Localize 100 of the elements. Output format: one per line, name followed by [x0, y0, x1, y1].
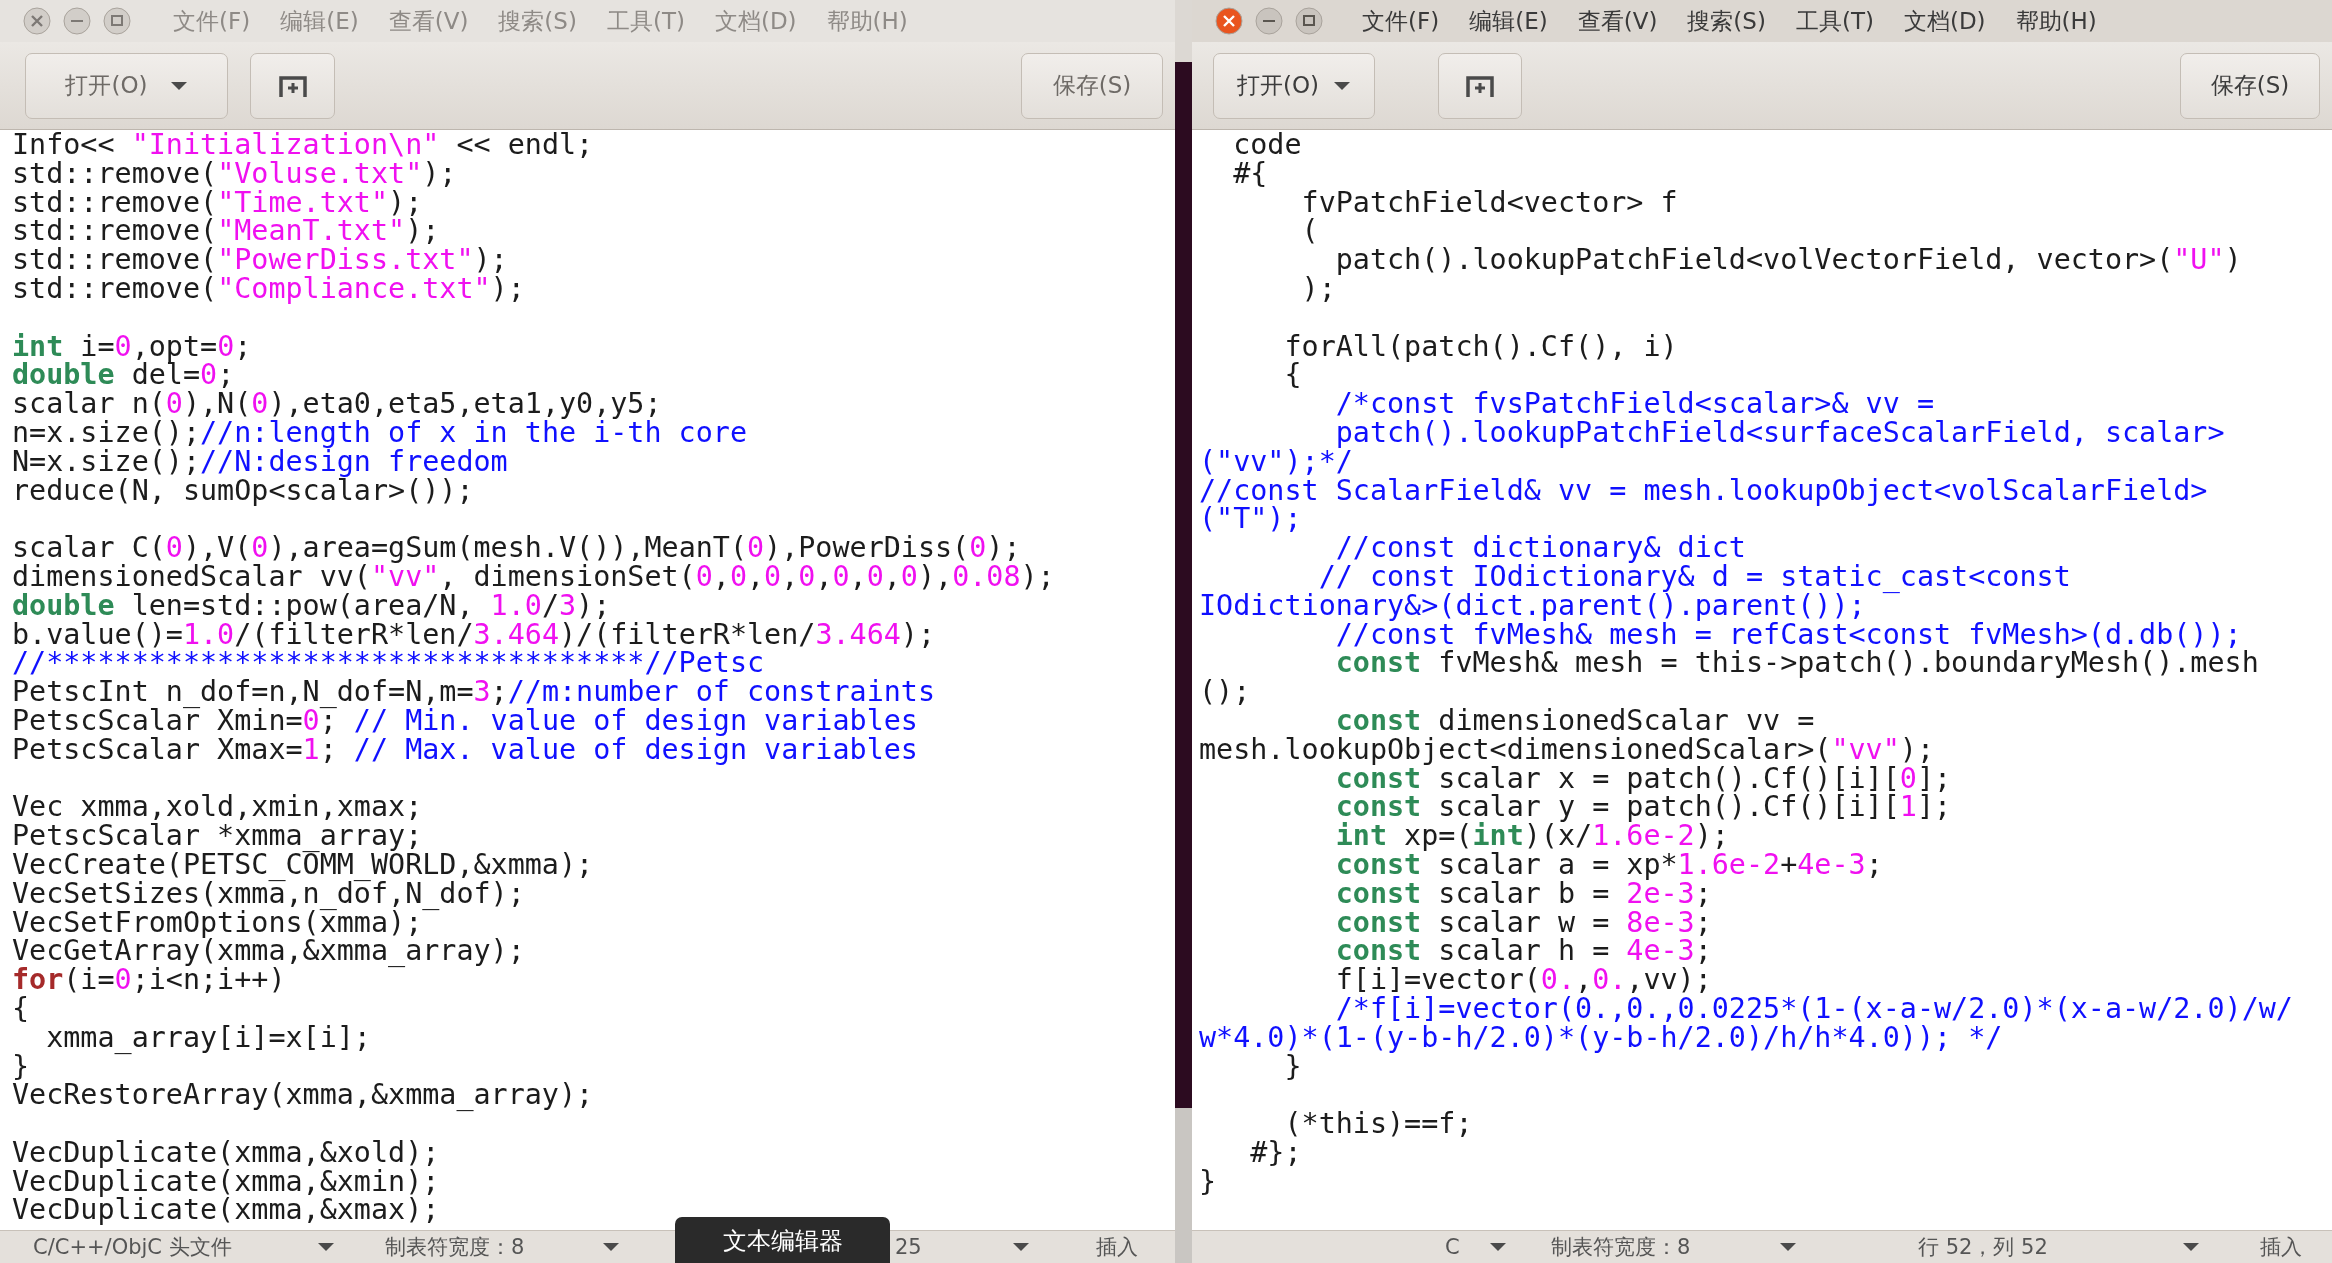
code-line: f[i]=vector(0.,0.,vv); — [1334, 966, 1712, 995]
status-dropdown[interactable]: 制表符宽度：8 — [385, 1232, 620, 1262]
status-dropdown[interactable]: 制表符宽度：8 — [1551, 1232, 1797, 1262]
tab-plus-icon — [277, 73, 308, 98]
code-line: reduce(N, sumOp<scalar>()); — [12, 476, 474, 506]
insert-mode-label: 插入 — [1096, 1234, 1138, 1261]
code-line: IOdictionary&>(dict.parent().parent()); — [1199, 591, 1866, 621]
status-dropdown[interactable]: C/C++/ObjC 头文件 — [33, 1232, 335, 1262]
code-line: // const IOdictionary& d = static_cast<const — [1317, 562, 2071, 592]
menu-item[interactable]: 帮助(H) — [2015, 5, 2097, 37]
code-line: Vec xmma,xold,xmin,xmax; — [12, 793, 423, 823]
minimize-icon[interactable] — [1255, 7, 1283, 35]
code-line: ( — [1300, 217, 1319, 247]
code-line: code — [1232, 131, 1302, 160]
code-line: forAll(patch().Cf(), i) — [1283, 332, 1678, 362]
code-line: double del=0; — [12, 361, 235, 391]
save-button[interactable]: 保存(S) — [1021, 52, 1163, 119]
code-line: double len=std::pow(area/N, 1.0/3); — [12, 591, 611, 621]
code-line: ); — [1300, 275, 1336, 304]
code-line: scalar n(0),N(0),eta0,eta5,eta1,y0,y5; — [12, 390, 662, 419]
code-line: PetscScalar *xmma_array; — [12, 822, 423, 851]
code-line: const scalar w = 8e-3; — [1334, 908, 1712, 938]
code-line: VecSetFromOptions(xmma); — [12, 908, 423, 938]
code-line: int xp=(int)(x/1.6e-2); — [1334, 822, 1729, 851]
code-line: xmma_array[i]=x[i]; — [45, 1023, 371, 1053]
code-line: PetscInt n_dof=n,N_dof=N,m=3;//m:number of constraints — [12, 678, 936, 707]
tooltip: 文本编辑器 — [675, 1217, 890, 1263]
menu-item[interactable]: 文件(F) — [1362, 5, 1440, 37]
menu-item[interactable]: 搜索(S) — [1687, 5, 1766, 37]
code-line: { — [12, 994, 30, 1024]
code-line: VecDuplicate(xmma,&xmax); — [12, 1196, 440, 1226]
code-line: const dimensionedScalar vv = — [1334, 706, 1815, 736]
maximize-icon[interactable] — [103, 7, 131, 35]
code-line: } — [1199, 1167, 1217, 1197]
insert-mode-label: 插入 — [2260, 1234, 2302, 1261]
code-line: Info<< "Initialization\n" << endl; — [12, 131, 594, 160]
menu-item[interactable]: 工具(T) — [1795, 5, 1874, 37]
code-line: ("vv");*/ — [1199, 447, 1353, 477]
code-line: std::remove("Time.txt"); — [12, 188, 423, 218]
caret-icon — [317, 1242, 335, 1252]
code-line: std::remove("Voluse.txt"); — [12, 159, 457, 189]
code-line: const scalar h = 4e-3; — [1334, 937, 1712, 967]
caret-icon — [1333, 80, 1352, 91]
code-line: for(i=0;i<n;i++) — [12, 966, 286, 995]
code-line: //const fvMesh& mesh = refCast<const fvMesh>(d.db()); — [1335, 620, 2242, 650]
code-line: } — [12, 1052, 30, 1082]
code-line: const fvMesh& mesh = this->patch().boundaryMesh().mesh — [1334, 649, 2259, 679]
code-line: ("T"); — [1199, 505, 1302, 535]
caret-icon — [1779, 1242, 1797, 1252]
save-button[interactable]: 保存(S) — [2180, 52, 2320, 119]
code-line: fvPatchField<vector> f — [1300, 188, 1678, 218]
code-line: } — [1284, 1052, 1302, 1082]
open-button[interactable]: 打开(O) — [1213, 52, 1375, 119]
code-line: scalar C(0),V(0),area=gSum(mesh.V()),MeanT(0),PowerDiss(0); — [12, 534, 1021, 563]
code-line: PetscScalar Xmin=0; // Min. value of design variables — [12, 706, 918, 736]
code-line: int i=0,opt=0; — [12, 332, 252, 362]
code-line: mesh.lookupObject<dimensionedScalar>("vv"); — [1199, 735, 1934, 765]
code-line: b.value()=1.0/(filterR*len/3.464)/(filterR*len/3.464); — [12, 620, 936, 650]
code-line: patch().lookupPatchField<surfaceScalarField, scalar> — [1334, 418, 2225, 448]
new-tab-button[interactable] — [1438, 52, 1522, 119]
minimize-icon[interactable] — [63, 7, 91, 35]
close-icon[interactable] — [1215, 7, 1243, 35]
new-tab-button[interactable] — [250, 52, 335, 119]
tab-plus-icon — [1465, 73, 1495, 98]
status-dropdown[interactable]: 25 — [895, 1232, 1030, 1262]
code-line: { — [1283, 361, 1302, 391]
code-line: /*f[i]=vector(0.,0.,0.0225*(1-(x-a-w/2.0)*(x-a-w/2.0)/w/ — [1334, 994, 2293, 1024]
code-line: //const ScalarField& vv = mesh.lookupObject<volScalarField> — [1199, 476, 2208, 506]
code-line: patch().lookupPatchField<volVectorField, vector>("U") — [1334, 246, 2242, 275]
code-line: VecGetArray(xmma,&xmma_array); — [12, 937, 525, 967]
menu-item[interactable]: 编辑(E) — [1469, 5, 1548, 37]
caret-icon — [602, 1242, 620, 1252]
code-line: (); — [1199, 678, 1251, 707]
code-line: PetscScalar Xmax=1; // Max. value of design variables — [12, 735, 918, 765]
code-line: VecSetSizes(xmma,n_dof,N_dof); — [12, 879, 525, 909]
open-button[interactable]: 打开(O) — [25, 52, 228, 119]
code-line: std::remove("PowerDiss.txt"); — [12, 246, 508, 275]
caret-icon — [1012, 1242, 1030, 1252]
status-dropdown[interactable]: 行 52，列 52 — [1918, 1232, 2200, 1262]
maximize-icon[interactable] — [1295, 7, 1323, 35]
code-line: #}; — [1249, 1138, 1302, 1168]
code-line: VecDuplicate(xmma,&xmin); — [12, 1167, 440, 1197]
status-dropdown[interactable]: C — [1445, 1232, 1507, 1262]
menu-item[interactable]: 查看(V) — [1577, 5, 1658, 37]
code-line: const scalar a = xp*1.6e-2+4e-3; — [1334, 850, 1883, 880]
menu-item[interactable]: 文档(D) — [1903, 5, 1986, 37]
code-line: /*const fvsPatchField<scalar>& vv = — [1334, 390, 1934, 419]
code-line: n=x.size();//n:length of x in the i-th core — [12, 418, 747, 448]
code-line: //***********************************//Petsc — [12, 649, 765, 679]
code-line: VecRestoreArray(xmma,&xmma_array); — [12, 1081, 594, 1111]
caret-icon — [1489, 1242, 1507, 1252]
code-line: #{ — [1232, 159, 1268, 189]
caret-icon — [2182, 1242, 2200, 1252]
code-line: w*4.0)*(1-(y-b-h/2.0)*(y-b-h/2.0)/h/h*4.0)); */ — [1199, 1023, 2003, 1053]
code-line: const scalar b = 2e-3; — [1334, 879, 1712, 909]
code-line: const scalar y = patch().Cf()[i][1]; — [1334, 793, 1952, 823]
code-line: dimensionedScalar vv("vv", dimensionSet(0,0,0,0,0,0,0),0.08); — [12, 562, 1055, 592]
caret-icon — [169, 80, 188, 91]
code-line: //const dictionary& dict — [1334, 534, 1746, 563]
close-icon[interactable] — [23, 7, 51, 35]
